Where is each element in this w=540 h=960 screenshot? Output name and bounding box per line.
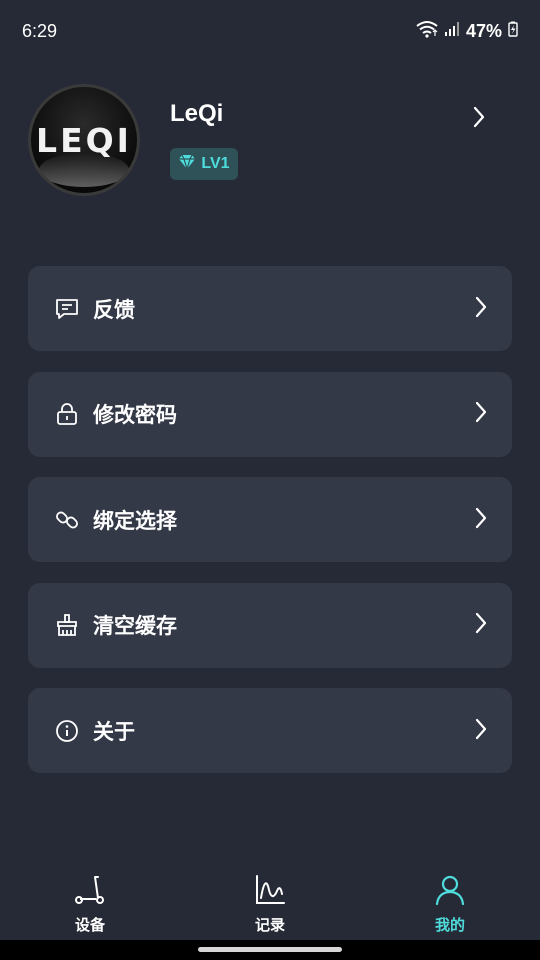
- tab-mine[interactable]: 我的: [360, 862, 540, 944]
- broom-icon: [54, 612, 80, 638]
- battery-charging-icon: [508, 21, 518, 41]
- chevron-right-icon[interactable]: [472, 106, 486, 132]
- lock-icon: [54, 401, 80, 427]
- menu-label: 关于: [93, 719, 135, 744]
- level-badge: LV1: [170, 148, 238, 180]
- diamond-icon: [178, 154, 196, 174]
- tab-records[interactable]: 记录: [180, 862, 360, 944]
- status-bar: 6:29 47%: [0, 0, 540, 62]
- bottom-tab-bar: 设备 记录 我的: [0, 862, 540, 944]
- tab-label: 记录: [254, 916, 285, 934]
- tab-devices[interactable]: 设备: [0, 862, 180, 944]
- battery-percent: 47%: [465, 20, 502, 41]
- menu-label: 清空缓存: [93, 614, 177, 638]
- info-icon: [54, 718, 80, 744]
- menu-item-feedback[interactable]: 反馈: [28, 266, 512, 351]
- settings-menu: 反馈 修改密码 绑定选择 清空缓存 关于: [28, 266, 512, 794]
- signal-icon: [444, 21, 460, 41]
- chevron-right-icon: [474, 718, 488, 744]
- menu-label: 绑定选择: [93, 508, 177, 533]
- status-icons: 47%: [416, 20, 518, 42]
- tab-label: 我的: [434, 916, 465, 934]
- chevron-right-icon: [474, 612, 488, 638]
- chevron-right-icon: [474, 507, 488, 533]
- profile-header[interactable]: LEQI LeQi LV1: [28, 84, 512, 196]
- home-indicator[interactable]: [198, 947, 342, 952]
- chart-icon: [254, 874, 286, 910]
- scooter-icon: [74, 874, 106, 910]
- chevron-right-icon: [474, 401, 488, 427]
- profile-name: LeQi: [170, 100, 224, 127]
- chevron-right-icon: [474, 296, 488, 322]
- menu-item-about[interactable]: 关于: [28, 688, 512, 773]
- menu-label: 反馈: [93, 297, 135, 322]
- profile-info: LeQi LV1: [170, 100, 238, 180]
- menu-item-change-password[interactable]: 修改密码: [28, 371, 512, 457]
- wifi-icon: [416, 20, 438, 42]
- link-icon: [54, 507, 80, 533]
- person-icon: [434, 874, 466, 910]
- status-time: 6:29: [22, 20, 58, 41]
- tab-label: 设备: [74, 916, 105, 934]
- level-text: LV1: [201, 155, 230, 172]
- menu-item-binding[interactable]: 绑定选择: [28, 477, 512, 562]
- menu-item-clear-cache[interactable]: 清空缓存: [28, 582, 512, 668]
- avatar[interactable]: LEQI: [28, 84, 140, 196]
- feedback-icon: [54, 296, 80, 322]
- avatar-logo: LEQI: [36, 120, 132, 160]
- menu-label: 修改密码: [93, 403, 177, 427]
